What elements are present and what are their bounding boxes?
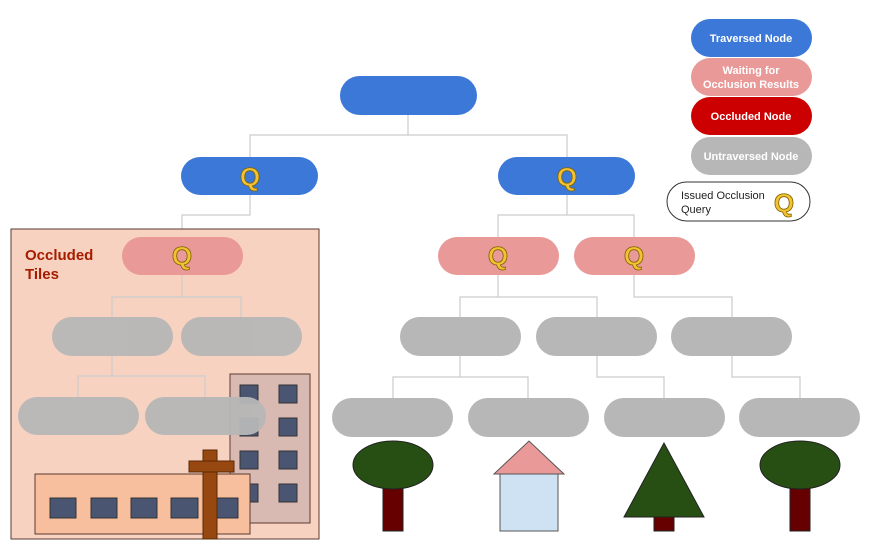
tile-label-2: Tiles (25, 266, 59, 283)
long-building (34, 473, 251, 535)
legend: Traversed Node Waiting for Occlusion Res… (666, 19, 812, 222)
round-tree (759, 440, 841, 532)
tile-label: Occluded (25, 247, 93, 264)
legend-query-2: Query (681, 204, 711, 216)
query-q-icon: Q (624, 241, 644, 271)
legend-waiting-2: Occlusion Results (703, 79, 799, 91)
legend-traversed: Traversed Node (710, 33, 793, 45)
legend-occluded: Occluded Node (711, 111, 792, 123)
waiting-node: Q (574, 237, 695, 275)
occluded-tiles-region: Occluded Tiles Q (10, 228, 320, 540)
query-q-icon: Q (488, 241, 508, 271)
occlusion-tree-diagram: Occluded Tiles Q Q Q Q Q Traversed Node … (10, 19, 860, 540)
legend-untraversed: Untraversed Node (704, 151, 799, 163)
legend-waiting: Waiting for (722, 65, 780, 77)
waiting-node: Q (122, 237, 243, 275)
round-tree (352, 440, 434, 532)
root-node (340, 76, 477, 115)
query-q-icon: Q (172, 241, 192, 271)
legend-query: Issued Occlusion (681, 190, 765, 202)
query-q-icon: Q (240, 162, 260, 192)
house (492, 440, 566, 532)
traversed-node: Q (498, 157, 635, 195)
query-q-icon: Q (557, 162, 577, 192)
traversed-node: Q (181, 157, 318, 195)
waiting-node: Q (438, 237, 559, 275)
query-q-icon: Q (774, 188, 794, 218)
pine-tree (623, 441, 705, 532)
